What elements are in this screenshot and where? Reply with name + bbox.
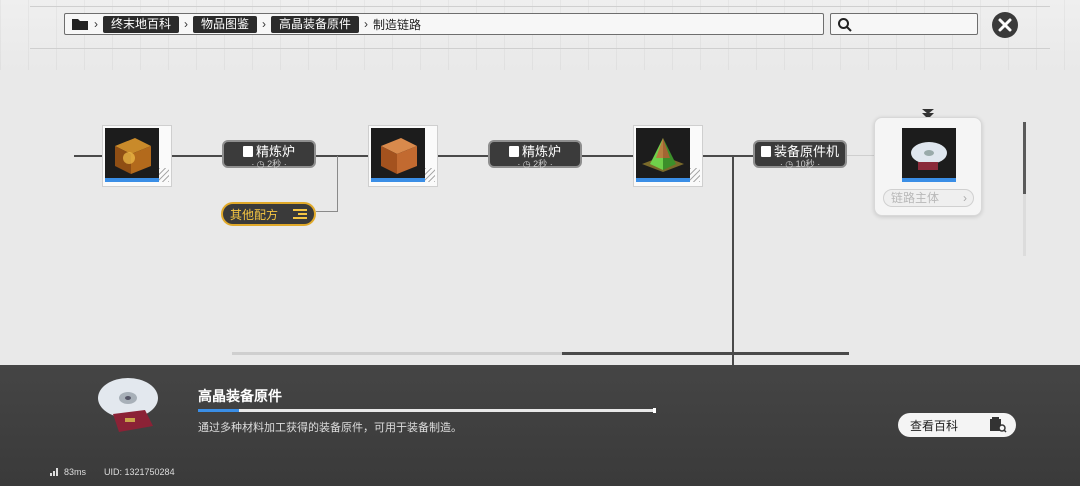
chain-connector [438,155,490,157]
view-wiki-label: 查看百科 [910,418,959,433]
breadcrumb-item-product[interactable]: 高晶装备原件 [271,15,360,33]
chain-connector [847,155,875,156]
close-button[interactable] [992,12,1018,38]
breadcrumb-item-wiki[interactable]: 终末地百科 [103,15,180,33]
horizontal-scrollbar[interactable] [232,352,849,355]
uid-text: UID: 1321750284 [104,467,175,477]
machine-time: 2秒 [267,159,282,169]
furnace-icon [508,146,519,157]
breadcrumb-item-catalog[interactable]: 物品图鉴 [193,15,258,33]
machine-name: 精炼炉 [521,144,561,159]
target-item-card[interactable]: 链路主体 › [874,117,982,216]
breadcrumb: › 终末地百科 › 物品图鉴 › 高晶装备原件 › 制造链路 [64,13,824,35]
machine-name: 精炼炉 [255,144,295,159]
item-progress-bar [198,408,656,413]
chevron-right-icon: › [184,17,189,31]
chain-main-button[interactable]: 链路主体 › [883,189,974,207]
chain-connector [703,155,755,157]
other-recipes-label: 其他配方 [230,207,279,222]
wiki-search-icon [990,417,1007,433]
item-card[interactable] [102,125,172,187]
view-wiki-button[interactable]: 查看百科 [898,413,1016,437]
scrollbar-thumb[interactable] [562,352,849,355]
recipe-list-icon [293,209,307,219]
item-image [636,128,690,182]
other-recipes-button[interactable]: 其他配方 [221,202,316,226]
item-image [902,128,956,182]
breadcrumb-current: 制造链路 [373,17,422,32]
chain-connector [172,155,224,157]
machine-name: 装备原件机 [773,144,839,159]
chain-connector [316,155,370,157]
card-decoration [425,168,435,182]
machine-node[interactable]: 装备原件机 · ◷ 10秒 · [753,140,847,169]
deco-line [30,48,1050,49]
chevron-right-icon: › [364,17,369,31]
progress-fill [198,409,240,412]
item-name: 高晶装备原件 [198,388,282,404]
furnace-icon [242,146,253,157]
chevron-right-icon: › [963,191,967,205]
search-icon [838,18,852,32]
machine-time: 10秒 [795,159,815,169]
chevron-right-icon: › [94,17,98,31]
machine-node[interactable]: 精炼炉 · ◷ 2秒 · [222,140,316,169]
item-image [105,128,159,182]
alt-recipe-connector [316,211,338,212]
status-bar: 83ms UID: 1321750284 [50,467,175,477]
card-decoration [690,168,700,182]
search-input[interactable] [857,16,975,34]
item-image [371,128,425,182]
chain-connector [74,155,104,157]
item-description: 通过多种材料加工获得的装备原件，可用于装备制造。 [198,422,462,434]
signal-icon [50,468,58,476]
ping-text: 83ms [64,467,87,477]
fabricator-icon [760,146,771,157]
header-decoration [0,0,1080,70]
close-icon [998,18,1012,32]
alt-recipe-connector [337,156,338,212]
chevron-right-icon: › [262,17,267,31]
card-decoration [159,168,169,182]
progress-end-tick [653,408,656,413]
item-image [98,378,158,432]
deco-line [30,6,1050,7]
chain-main-label: 链路主体 [891,191,940,205]
vertical-scrollbar[interactable] [1023,122,1026,256]
chain-connector [732,156,734,365]
machine-time: 2秒 [533,159,548,169]
machine-node[interactable]: 精炼炉 · ◷ 2秒 · [488,140,582,169]
folder-icon[interactable] [71,17,89,31]
chain-connector [581,155,635,157]
item-card[interactable] [633,125,703,187]
search-box[interactable] [830,13,978,35]
scrollbar-thumb[interactable] [1023,122,1026,194]
item-card[interactable] [368,125,438,187]
